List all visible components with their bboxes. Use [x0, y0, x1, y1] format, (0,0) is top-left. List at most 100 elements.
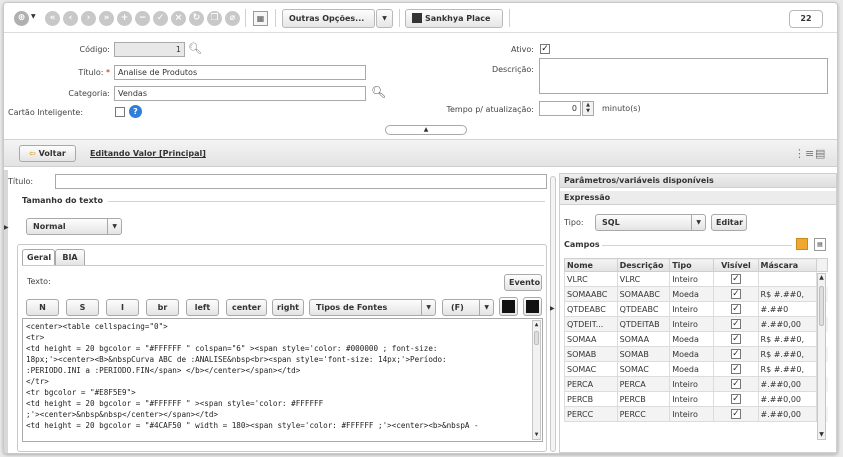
table-cell[interactable]: SOMAA: [564, 331, 618, 347]
descricao-field[interactable]: [539, 58, 828, 94]
tamanho-texto-select[interactable]: Normal ▼: [26, 218, 122, 235]
globe-menu-icon[interactable]: ⊕: [14, 11, 29, 26]
stepper-down-icon[interactable]: ▼: [583, 108, 593, 114]
table-cell[interactable]: VLRC: [616, 271, 671, 287]
visible-checkbox[interactable]: ✓: [730, 289, 741, 299]
visible-cell[interactable]: ✓: [713, 391, 759, 407]
f-button[interactable]: (F) ▼: [442, 299, 494, 316]
table-cell[interactable]: SOMAABC: [616, 286, 671, 302]
code-scrollbar[interactable]: ▲ ▼: [532, 320, 541, 440]
table-cell[interactable]: SOMAC: [564, 361, 618, 377]
table-cell[interactable]: QTDEABC: [616, 301, 671, 317]
visible-cell[interactable]: ✓: [713, 286, 759, 302]
table-cell[interactable]: Inteiro: [669, 316, 715, 332]
sankhya-place-button[interactable]: Sankhya Place: [405, 9, 503, 28]
refresh-icon[interactable]: ↻: [189, 11, 204, 26]
bold-button[interactable]: N: [26, 299, 59, 316]
table-cell[interactable]: #.##0: [757, 301, 818, 317]
table-row[interactable]: PERCC PERCC Inteiro ✓ #.##0,00: [564, 406, 828, 422]
table-row[interactable]: PERCB PERCB Inteiro ✓ #.##0,00: [564, 391, 828, 407]
visible-cell[interactable]: ✓: [713, 406, 759, 422]
table-cell[interactable]: Moeda: [669, 346, 715, 362]
strike-button[interactable]: S: [66, 299, 99, 316]
add-field-icon[interactable]: [796, 238, 808, 250]
table-row[interactable]: VLRC VLRC Inteiro ✓: [564, 271, 828, 287]
scroll-down-icon[interactable]: ▼: [533, 431, 540, 439]
table-cell[interactable]: PERCA: [616, 376, 671, 392]
visible-cell[interactable]: ✓: [713, 301, 759, 317]
visible-checkbox[interactable]: ✓: [730, 319, 741, 329]
column-header[interactable]: Descrição: [616, 258, 671, 272]
attach-icon[interactable]: ⌀: [225, 11, 240, 26]
visible-cell[interactable]: ✓: [713, 361, 759, 377]
ativo-checkbox[interactable]: ✓: [540, 44, 550, 54]
table-cell[interactable]: QTDEIT...: [564, 316, 618, 332]
visible-cell[interactable]: ✓: [713, 346, 759, 362]
table-cell[interactable]: Moeda: [669, 361, 715, 377]
table-cell[interactable]: #.##0,00: [757, 316, 818, 332]
expand-arrow-icon[interactable]: ▶: [4, 224, 9, 231]
italic-button[interactable]: I: [106, 299, 139, 316]
scroll-up-icon[interactable]: ▲: [818, 274, 825, 282]
table-cell[interactable]: SOMAA: [616, 331, 671, 347]
br-button[interactable]: br: [146, 299, 179, 316]
table-cell[interactable]: R$ #.##0,: [757, 331, 818, 347]
scroll-thumb[interactable]: [819, 286, 824, 326]
table-cell[interactable]: #.##0,00: [757, 406, 818, 422]
evento-button[interactable]: Evento: [504, 274, 542, 291]
scroll-up-icon[interactable]: ▲: [533, 321, 540, 329]
tipos-fontes-select[interactable]: Tipos de Fontes ▼: [309, 299, 436, 316]
visible-checkbox[interactable]: ✓: [730, 409, 741, 419]
table-cell[interactable]: #.##0,00: [757, 391, 818, 407]
notification-counter[interactable]: 22: [789, 10, 823, 28]
table-row[interactable]: SOMAABC SOMAABC Moeda ✓ R$ #.##0,: [564, 286, 828, 302]
categoria-field[interactable]: Vendas: [114, 86, 366, 101]
chevron-down-icon[interactable]: ▼: [31, 13, 36, 20]
column-header[interactable]: Tipo: [669, 258, 715, 272]
codigo-field[interactable]: 1: [114, 42, 185, 57]
center-align-button[interactable]: center: [226, 299, 267, 316]
table-cell[interactable]: Moeda: [669, 331, 715, 347]
table-cell[interactable]: QTDEABC: [564, 301, 618, 317]
table-cell[interactable]: R$ #.##0,: [757, 361, 818, 377]
visible-checkbox[interactable]: ✓: [730, 349, 741, 359]
collapse-handle[interactable]: ▲: [385, 125, 467, 135]
table-cell[interactable]: Inteiro: [669, 271, 715, 287]
remove-icon[interactable]: −: [135, 11, 150, 26]
confirm-icon[interactable]: ✓: [153, 11, 168, 26]
titulo-field[interactable]: Analise de Produtos: [114, 65, 366, 80]
html-code-editor[interactable]: <center><table cellspacing="0"> <tr> <td…: [22, 318, 543, 442]
table-cell[interactable]: R$ #.##0,: [757, 346, 818, 362]
cartao-inteligente-checkbox[interactable]: [115, 107, 125, 117]
editar-button[interactable]: Editar: [711, 214, 747, 231]
copy-icon[interactable]: ❐: [207, 11, 222, 26]
tab-geral[interactable]: Geral: [22, 249, 55, 266]
visible-checkbox[interactable]: ✓: [730, 379, 741, 389]
table-view-icon[interactable]: ▤: [815, 147, 825, 160]
table-cell[interactable]: [757, 271, 818, 287]
previous-record-icon[interactable]: ‹: [63, 11, 78, 26]
grid-view-icon[interactable]: ▦: [253, 11, 268, 26]
table-cell[interactable]: R$ #.##0,: [757, 286, 818, 302]
visible-cell[interactable]: ✓: [713, 271, 759, 287]
visible-cell[interactable]: ✓: [713, 376, 759, 392]
visible-checkbox[interactable]: ✓: [730, 304, 741, 314]
tempo-atualizacao-field[interactable]: 0: [539, 101, 581, 116]
table-cell[interactable]: QTDEITAB: [616, 316, 671, 332]
table-cell[interactable]: SOMAC: [616, 361, 671, 377]
bg-color-button[interactable]: [523, 297, 542, 316]
first-record-icon[interactable]: «: [45, 11, 60, 26]
table-cell[interactable]: PERCC: [564, 406, 618, 422]
visible-cell[interactable]: ✓: [713, 316, 759, 332]
tempo-stepper[interactable]: ▲ ▼: [582, 101, 594, 116]
table-cell[interactable]: #.##0,00: [757, 376, 818, 392]
editando-valor-link[interactable]: Editando Valor [Principal]: [90, 149, 206, 158]
table-cell[interactable]: Moeda: [669, 286, 715, 302]
table-cell[interactable]: Inteiro: [669, 301, 715, 317]
table-cell[interactable]: Inteiro: [669, 406, 715, 422]
table-row[interactable]: QTDEABC QTDEABC Inteiro ✓ #.##0: [564, 301, 828, 317]
visible-checkbox[interactable]: ✓: [730, 394, 741, 404]
tree-view-icon[interactable]: ⋮≡: [794, 147, 814, 160]
tipo-select[interactable]: SQL ▼: [595, 214, 706, 231]
next-record-icon[interactable]: ›: [81, 11, 96, 26]
